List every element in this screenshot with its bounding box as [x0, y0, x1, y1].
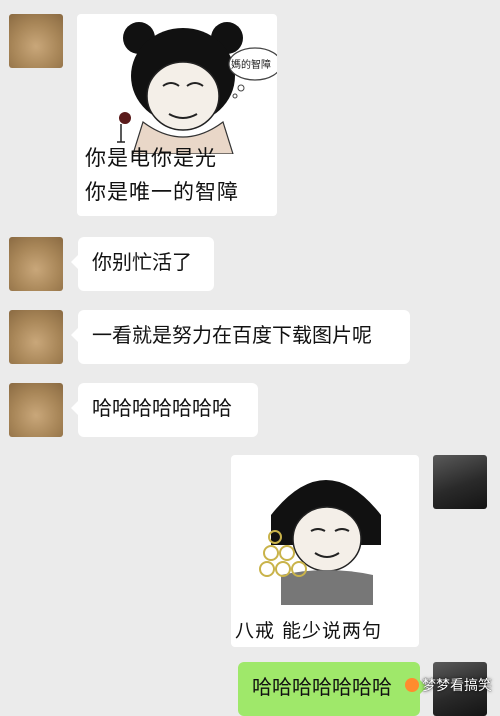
message-bubble[interactable]: 哈哈哈哈哈哈哈 [238, 662, 427, 716]
message-bubble[interactable]: 一看就是努力在百度下载图片呢 [71, 310, 410, 364]
sticker-caption: 八戒 能少说两句吧？ [235, 620, 383, 642]
meme-face-image [117, 22, 277, 154]
watermark-logo-icon [405, 678, 419, 692]
avatar[interactable] [9, 310, 63, 364]
avatar[interactable] [433, 455, 487, 509]
sticker-caption-line-1: 你是电你是光 [85, 146, 217, 170]
message-text: 哈哈哈哈哈哈哈 [252, 675, 392, 699]
message-bubble[interactable]: 你别忙活了 [71, 237, 214, 291]
watermark-text: 梦梦看搞笑 [422, 678, 492, 694]
message-text: 哈哈哈哈哈哈哈 [92, 396, 232, 420]
sticker-message[interactable]: 媽的智障 你是电你是光 你是唯一的智障 [77, 14, 277, 216]
watermark: 梦梦看搞笑 [405, 675, 492, 695]
message-bubble[interactable]: 哈哈哈哈哈哈哈 [71, 383, 258, 437]
message-text: 你别忙活了 [92, 250, 192, 274]
sticker-speech-text: 媽的智障 [231, 60, 271, 71]
avatar[interactable] [9, 237, 63, 291]
sticker-message[interactable]: 八戒 能少说两句吧？ [231, 455, 419, 647]
meme-face-image [259, 480, 381, 605]
message-text: 一看就是努力在百度下载图片呢 [92, 323, 372, 347]
avatar[interactable] [9, 383, 63, 437]
sticker-caption-line-2: 你是唯一的智障 [85, 180, 239, 204]
avatar[interactable] [9, 14, 63, 68]
